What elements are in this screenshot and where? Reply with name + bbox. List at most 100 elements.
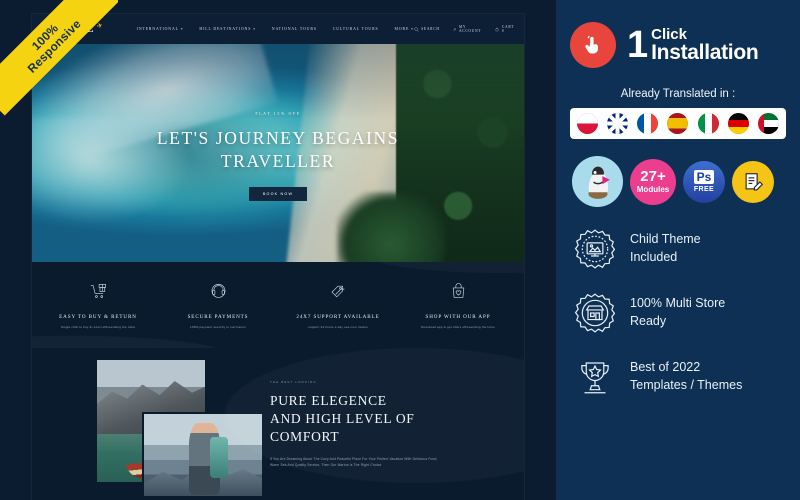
modules-label: Modules — [636, 185, 670, 194]
chevron-down-icon: ▾ — [253, 27, 256, 31]
nav-item-cultural-tours[interactable]: CULTURAL TOURS — [333, 27, 379, 31]
feature-shop-with-app: SHOP WITH OUR APP Download app & get off… — [398, 282, 518, 330]
click-hand-icon — [585, 35, 598, 54]
logo-subtitle: ONLINE STORE — [48, 35, 85, 38]
child-theme-label: Child Theme Included — [630, 231, 701, 267]
prestashop-logo-icon — [587, 166, 610, 199]
germany-flag — [727, 113, 749, 134]
modules-badge: 27+ Modules — [630, 158, 676, 205]
nav-item-more[interactable]: MORE ▾ — [395, 27, 414, 31]
main-navigation: INTERNATIONAL ▾ HILL DESTINATIONS ▾ NATI… — [137, 27, 414, 31]
tags-icon — [331, 285, 344, 298]
promo-panel: 1 Click Installation Already Translated … — [556, 0, 800, 500]
cart-gift-icon — [90, 284, 106, 298]
photoshop-label: Ps — [693, 170, 715, 184]
search-button[interactable]: SEARCH — [414, 25, 440, 33]
one-click-text: 1 Click Installation — [627, 23, 759, 66]
hero-content: FLAT 15% OFF LET'S JOURNEY BEGAINS TRAVE… — [32, 44, 524, 262]
hero-kicker: FLAT 15% OFF — [255, 111, 301, 117]
panel-feature-list: Child Theme Included 100% Multi Store Re… — [570, 227, 786, 399]
about-image-collage — [32, 352, 264, 499]
trophy-svg — [581, 362, 609, 394]
click-label: Click — [651, 25, 687, 43]
search-icon — [414, 26, 419, 32]
free-label: FREE — [693, 186, 715, 193]
book-now-button[interactable]: BOOK NOW — [248, 186, 308, 201]
child-theme-seal-svg — [574, 229, 616, 269]
about-kicker: THE BEST LOOKING — [270, 380, 317, 385]
modules-count: 27+ — [640, 168, 666, 185]
feature-title: 24X7 SUPPORT AVAILABLE — [296, 314, 380, 320]
feature-desc: support 24 hours a day sea cum modus — [308, 325, 368, 329]
cart-label: CART 0 — [501, 25, 515, 33]
account-label: MY ACCOUNT — [458, 25, 482, 33]
my-account-button[interactable]: MY ACCOUNT — [453, 25, 483, 33]
theme-preview: TRAVEL ✈ ONLINE STORE INTERNATIONAL ▾ HI… — [0, 0, 556, 500]
hero-banner: FLAT 15% OFF LET'S JOURNEY BEGAINS TRAVE… — [32, 44, 524, 262]
one-click-installation: 1 Click Installation — [570, 22, 786, 68]
prestashop-badge — [572, 156, 623, 207]
about-section: THE BEST LOOKING PURE ELEGENCE AND HIGH … — [32, 348, 524, 499]
united-kingdom-flag — [607, 113, 629, 134]
hiker-with-backpack-photo — [142, 412, 264, 499]
backpack-shape — [210, 437, 228, 479]
cart-icon — [496, 27, 499, 31]
nav-label: HILL DESTINATIONS — [199, 27, 252, 31]
hero-title-line1: LET'S JOURNEY BEGAINS — [156, 128, 400, 149]
flag-list — [570, 108, 786, 139]
feature-secure-payments: SECURE PAYMENTS 100% payment security in… — [158, 282, 278, 330]
feature-title: EASY TO BUY & RETURN — [59, 314, 137, 320]
one-digit: 1 — [627, 23, 648, 66]
header-tools: SEARCH MY ACCOUNT CART 0 — [414, 25, 515, 33]
panel-feature-child-theme: Child Theme Included — [570, 227, 786, 271]
badge-row: 27+ Modules Ps FREE — [570, 156, 786, 207]
click-hand-badge — [570, 22, 616, 68]
headset-icon — [211, 284, 225, 298]
multi-store-seal-svg — [574, 293, 616, 333]
child-theme-line2: Included — [630, 250, 678, 264]
cart-button[interactable]: CART 0 — [495, 25, 515, 33]
about-title-line2: AND HIGH LEVEL OF — [270, 411, 415, 427]
site-header: TRAVEL ✈ ONLINE STORE INTERNATIONAL ▾ HI… — [32, 14, 524, 44]
poland-flag — [577, 113, 598, 134]
feature-support: 24X7 SUPPORT AVAILABLE support 24 hours … — [278, 282, 398, 330]
france-flag — [637, 113, 659, 134]
best-of-line1: Best of 2022 — [630, 360, 701, 375]
airplane-icon: ✈ — [96, 21, 104, 31]
uae-flag — [757, 113, 779, 134]
feature-easy-to-buy: EASY TO BUY & RETURN Single click to buy… — [38, 282, 158, 330]
best-of-line2: Templates / Themes — [630, 378, 743, 392]
child-theme-seal-icon — [573, 227, 617, 271]
multi-store-seal-icon — [573, 291, 617, 335]
nav-label: CULTURAL TOURS — [332, 27, 379, 31]
logo-text: TRAVEL — [46, 23, 95, 35]
browser-viewport: TRAVEL ✈ ONLINE STORE INTERNATIONAL ▾ HI… — [32, 14, 524, 500]
site-logo[interactable]: TRAVEL ✈ — [46, 21, 104, 35]
nav-label: MORE — [394, 27, 410, 31]
search-label: SEARCH — [421, 27, 440, 31]
feature-title: SHOP WITH OUR APP — [425, 314, 491, 320]
edit-document-icon — [745, 172, 764, 190]
about-title-line3: COMFORT — [270, 429, 340, 445]
trophy-icon — [573, 355, 617, 399]
nav-item-national-tours[interactable]: NATIONAL TOURS — [272, 27, 317, 31]
feature-desc: Single click to buy & return efficeendin… — [60, 325, 136, 329]
chevron-down-icon: ▾ — [180, 27, 184, 31]
feature-desc: 100% payment security in mel harum — [190, 325, 246, 329]
child-theme-line1: Child Theme — [630, 232, 701, 247]
about-title-line1: PURE ELEGENCE — [270, 393, 387, 409]
nav-label: INTERNATIONAL — [136, 27, 179, 31]
italy-flag — [697, 113, 719, 134]
installation-label: Installation — [651, 40, 759, 64]
user-icon — [453, 27, 456, 31]
nav-item-international[interactable]: INTERNATIONAL ▾ — [137, 27, 184, 31]
about-copy: THE BEST LOOKING PURE ELEGENCE AND HIGH … — [264, 352, 524, 483]
about-title: PURE ELEGENCE AND HIGH LEVEL OF COMFORT — [270, 392, 506, 445]
panel-feature-multi-store: 100% Multi Store Ready — [570, 291, 786, 335]
about-body: If You Are Dreaming About The Cozy And P… — [270, 456, 438, 468]
shopping-bag-heart-icon — [452, 283, 464, 298]
best-of-label: Best of 2022 Templates / Themes — [630, 359, 742, 395]
nav-item-hill-destinations[interactable]: HILL DESTINATIONS ▾ — [199, 27, 255, 31]
feature-desc: Download app & get offers efficeending t… — [421, 325, 495, 329]
multi-store-line2: Ready — [630, 314, 667, 328]
